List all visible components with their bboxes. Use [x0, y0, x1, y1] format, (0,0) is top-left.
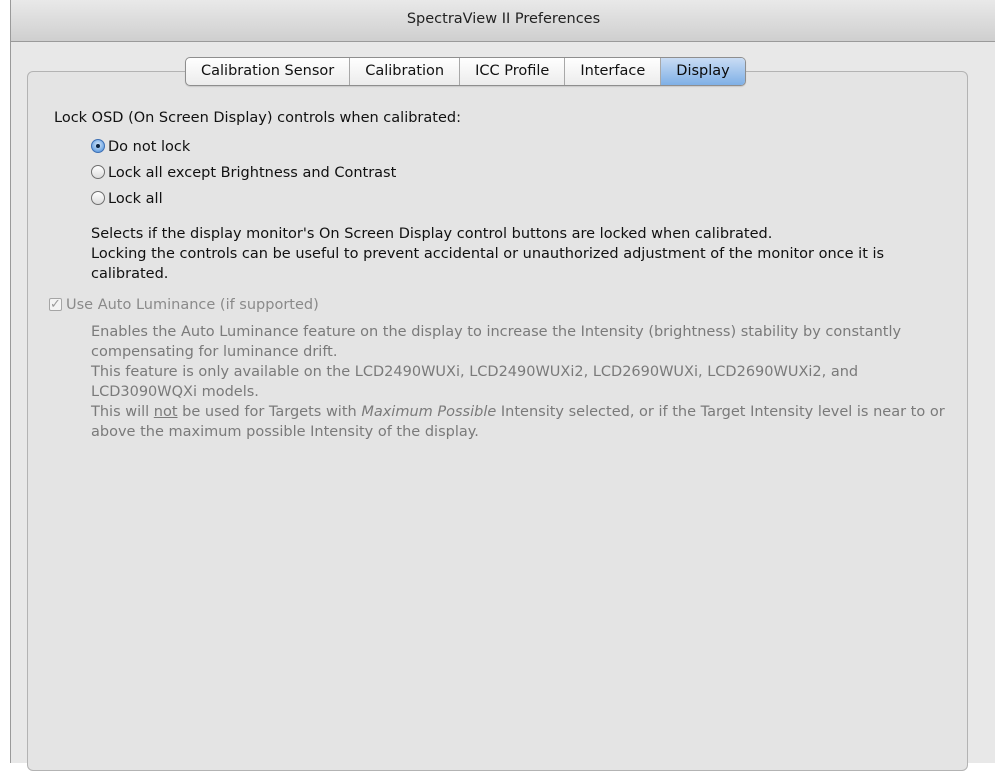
osd-description-line1: Selects if the display monitor's On Scre…: [91, 226, 773, 242]
auto-luminance-desc-line3: This will not be used for Targets with M…: [91, 402, 954, 442]
radio-lock-all-except[interactable]: Lock all except Brightness and Contrast: [54, 160, 954, 186]
radio-lock-all[interactable]: Lock all: [54, 186, 954, 212]
radio-button[interactable]: [91, 165, 105, 179]
auto-luminance-desc-line2: This feature is only available on the LC…: [91, 364, 859, 400]
tab-display[interactable]: Display: [661, 58, 745, 85]
desc-emphasis-not: not: [153, 404, 178, 420]
osd-description-line2: Locking the controls can be useful to pr…: [91, 246, 885, 282]
radio-label: Lock all: [108, 191, 163, 207]
radio-button[interactable]: [91, 191, 105, 205]
radio-do-not-lock[interactable]: Do not lock: [54, 134, 954, 160]
osd-lock-heading: Lock OSD (On Screen Display) controls wh…: [54, 110, 461, 126]
title-bar[interactable]: SpectraView II Preferences: [11, 0, 995, 42]
radio-label: Lock all except Brightness and Contrast: [108, 165, 397, 181]
desc-emphasis-max-possible: Maximum Possible: [361, 404, 497, 420]
window-title: SpectraView II Preferences: [406, 11, 601, 27]
auto-luminance-label: Use Auto Luminance (if supported): [66, 297, 319, 313]
checkmark-icon: ✓: [49, 297, 62, 312]
tab-calibration[interactable]: Calibration: [350, 58, 461, 85]
tab-icc-profile[interactable]: ICC Profile: [460, 58, 566, 85]
tab-calibration-sensor[interactable]: Calibration Sensor: [186, 58, 351, 85]
radio-label: Do not lock: [108, 139, 191, 155]
osd-description: Selects if the display monitor's On Scre…: [54, 224, 954, 284]
auto-luminance-checkbox-row: ✓ Use Auto Luminance (if supported): [46, 294, 946, 316]
auto-luminance-description: Enables the Auto Luminance feature on th…: [54, 322, 954, 442]
tab-bar: Calibration Sensor Calibration ICC Profi…: [185, 57, 746, 86]
auto-luminance-desc-line1: Enables the Auto Luminance feature on th…: [91, 324, 902, 360]
radio-button-selected[interactable]: [91, 139, 105, 153]
display-settings: Lock OSD (On Screen Display) controls wh…: [49, 108, 954, 442]
desc-text: This will: [91, 404, 154, 420]
desc-text: be used for Targets with: [177, 404, 362, 420]
tab-interface[interactable]: Interface: [565, 58, 662, 85]
